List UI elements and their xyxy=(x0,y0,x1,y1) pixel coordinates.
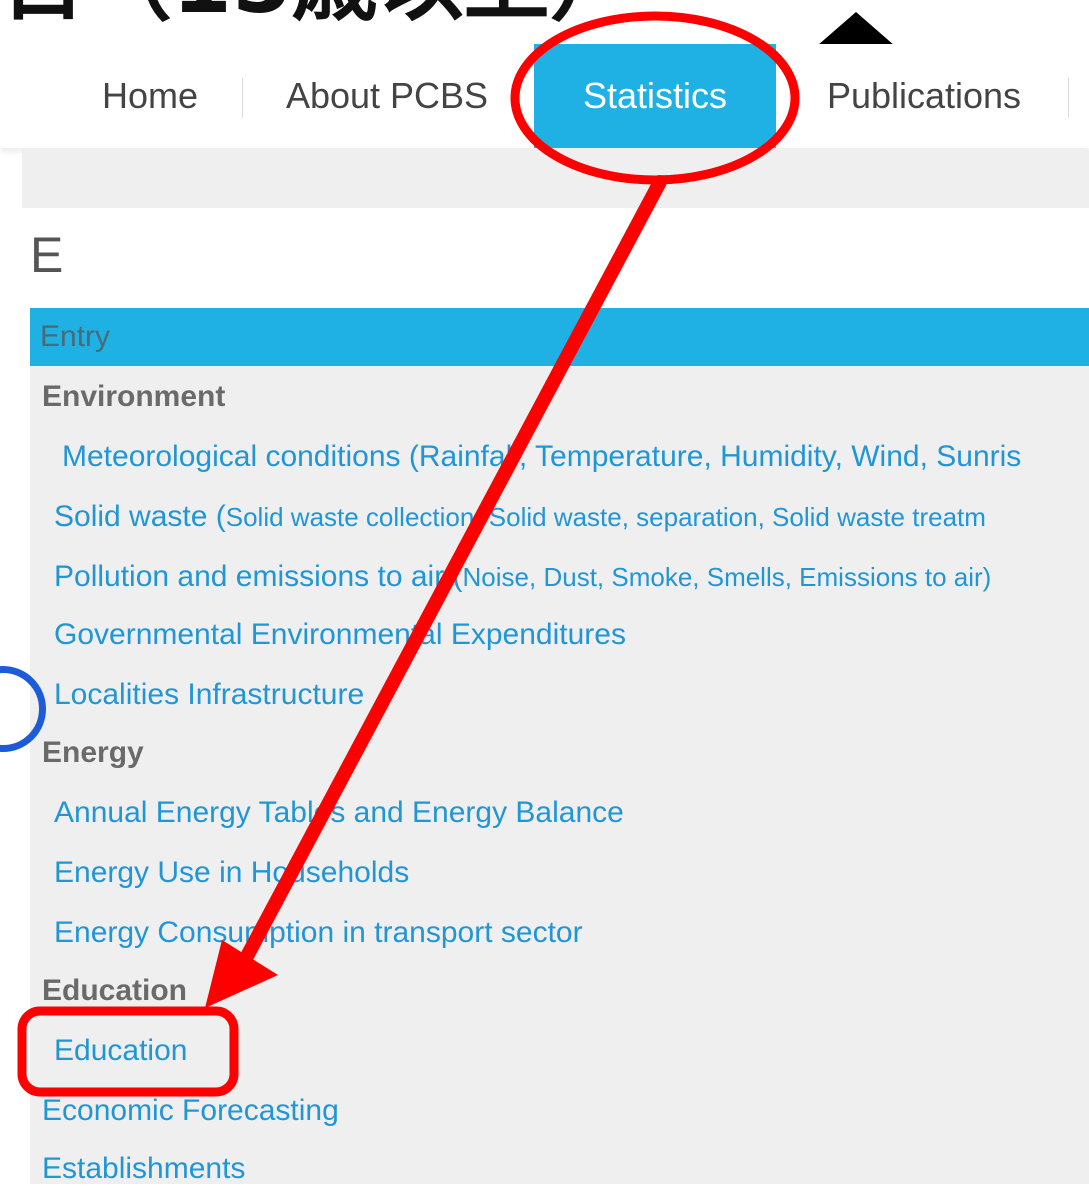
nav-divider xyxy=(242,78,243,118)
nav-home[interactable]: Home xyxy=(70,44,230,148)
link-solid-waste-main: Solid waste ( xyxy=(54,500,226,533)
link-solid-waste-details: Solid waste collection, Solid waste, sep… xyxy=(225,502,986,532)
link-energy-consumption-transport[interactable]: Energy Consumption in transport sector xyxy=(54,916,583,950)
group-heading-education: Education xyxy=(42,974,188,1007)
nav-statistics[interactable]: Statistics xyxy=(534,44,776,148)
link-meteorological-conditions[interactable]: Meteorological conditions (Rainfall, Tem… xyxy=(62,440,1021,474)
link-pollution-details: Noise, Dust, Smoke, Smells, Emissions to… xyxy=(462,562,992,592)
entry-header-bar xyxy=(30,308,1089,366)
nav-about-pcbs[interactable]: About PCBS xyxy=(262,44,512,148)
entry-header-label: Entry xyxy=(40,320,111,353)
link-establishments[interactable]: Establishments xyxy=(42,1152,245,1186)
link-energy-use-households[interactable]: Energy Use in Households xyxy=(54,856,409,890)
nav-publications[interactable]: Publications xyxy=(800,44,1048,148)
link-governmental-expenditures[interactable]: Governmental Environmental Expenditures xyxy=(54,618,626,652)
sub-header-band xyxy=(22,150,1089,208)
link-pollution-emissions[interactable]: Pollution and emissions to air (Noise, D… xyxy=(54,560,991,594)
link-localities-infrastructure[interactable]: Localities Infrastructure xyxy=(54,678,364,712)
group-heading-environment: Environment xyxy=(42,380,226,413)
group-heading-energy: Energy xyxy=(42,736,144,769)
main-nav: Home About PCBS Statistics Publications xyxy=(0,44,1089,148)
section-letter: E xyxy=(30,227,64,283)
link-education[interactable]: Education xyxy=(54,1034,187,1068)
link-pollution-main: Pollution and emissions to air ( xyxy=(54,560,463,593)
page-banner-title: 日（15歳以上） xyxy=(0,0,636,26)
link-solid-waste[interactable]: Solid waste (Solid waste collection, Sol… xyxy=(54,500,986,534)
link-economic-forecasting[interactable]: Economic Forecasting xyxy=(42,1094,339,1128)
nav-divider xyxy=(1068,78,1069,118)
link-annual-energy-tables[interactable]: Annual Energy Tables and Energy Balance xyxy=(54,796,624,830)
